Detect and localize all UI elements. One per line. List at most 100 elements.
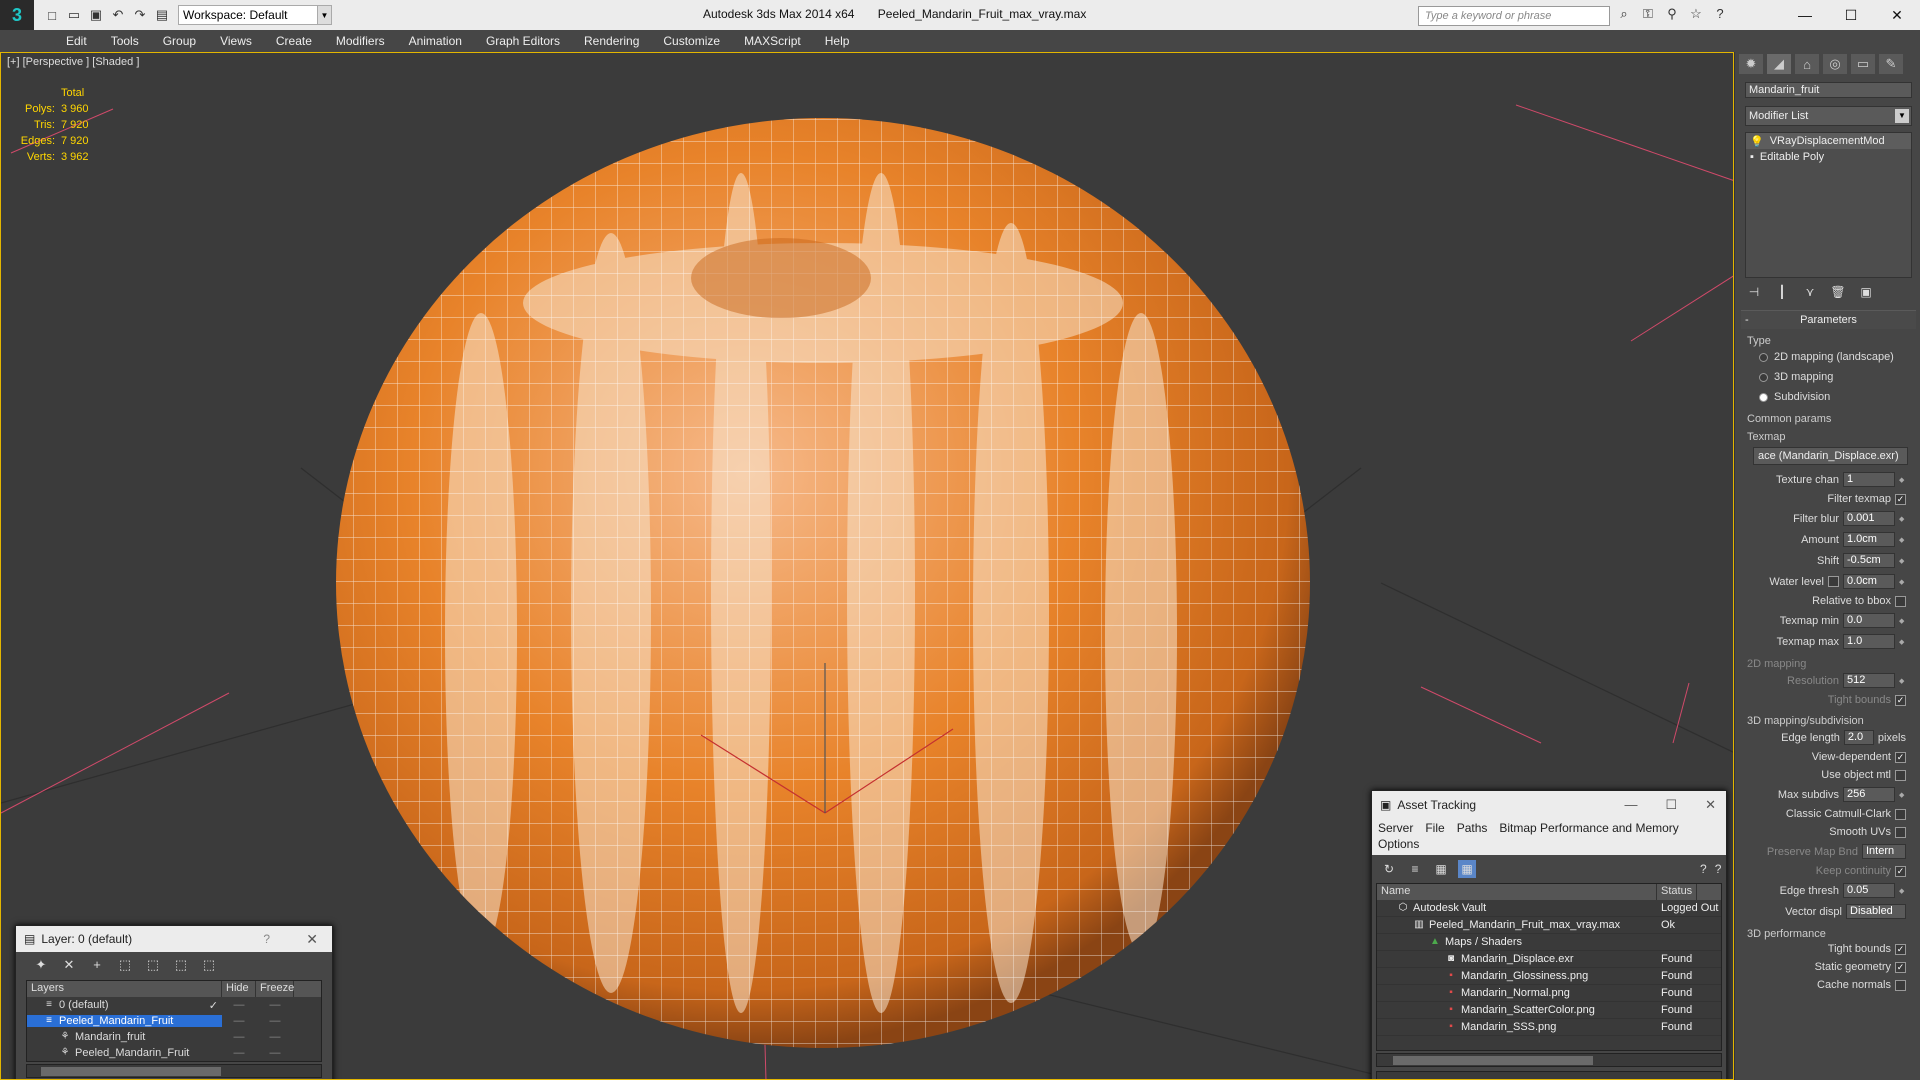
select-objects-icon[interactable]: ⬚ bbox=[116, 957, 134, 975]
spinner-icon[interactable]: ◆ bbox=[1899, 515, 1906, 523]
remove-modifier-icon[interactable]: 🗑 bbox=[1829, 285, 1847, 303]
menu-create[interactable]: Create bbox=[264, 34, 324, 48]
view-dependent-checkbox[interactable]: ✓ bbox=[1895, 751, 1906, 763]
layer-row[interactable]: ⚘ Peeled_Mandarin_Fruit — — bbox=[27, 1045, 321, 1061]
menu-help[interactable]: Help bbox=[813, 34, 862, 48]
menu-rendering[interactable]: Rendering bbox=[572, 34, 651, 48]
menu-server[interactable]: Server bbox=[1378, 821, 1413, 837]
asset-row[interactable]: ▪ Mandarin_ScatterColor.png Found bbox=[1377, 1002, 1721, 1019]
expand-icon[interactable]: ▪ bbox=[1750, 151, 1754, 163]
menu-graph-editors[interactable]: Graph Editors bbox=[474, 34, 572, 48]
cache-normals-checkbox[interactable] bbox=[1895, 979, 1906, 991]
tight-bounds-2d-checkbox[interactable]: ✓ bbox=[1895, 694, 1906, 706]
asset-window-titlebar[interactable]: ▣ Asset Tracking — ☐ ✕ bbox=[1372, 791, 1726, 819]
list-view-icon[interactable]: ≡ bbox=[1406, 860, 1424, 878]
texmap-max-input[interactable]: 1.0 bbox=[1843, 634, 1895, 649]
menu-edit[interactable]: Edit bbox=[54, 34, 99, 48]
menu-paths[interactable]: Paths bbox=[1457, 821, 1488, 837]
menu-views[interactable]: Views bbox=[208, 34, 264, 48]
classic-catmull-checkbox[interactable] bbox=[1895, 808, 1906, 820]
menu-file[interactable]: File bbox=[1425, 821, 1444, 837]
viewport-label[interactable]: [+] [Perspective ] [Shaded ] bbox=[7, 56, 139, 68]
amount-input[interactable]: 1.0cm bbox=[1843, 532, 1895, 547]
spinner-icon[interactable]: ◆ bbox=[1899, 617, 1906, 625]
spinner-icon[interactable]: ◆ bbox=[1899, 536, 1906, 544]
spinner-icon[interactable]: ◆ bbox=[1899, 638, 1906, 646]
sign-in-icon[interactable]: ⚲ bbox=[1663, 6, 1681, 24]
thumbnail-view-icon[interactable]: ▦ bbox=[1432, 860, 1450, 878]
stack-item[interactable]: 💡 VRayDisplacementMod bbox=[1746, 133, 1911, 149]
asset-row[interactable]: ◙ Mandarin_Displace.exr Found bbox=[1377, 951, 1721, 968]
spinner-icon[interactable]: ◆ bbox=[1899, 557, 1906, 565]
table-view-icon[interactable]: ▦ bbox=[1458, 860, 1476, 878]
radio-subdivision[interactable]: Subdivision bbox=[1741, 387, 1916, 407]
asset-row[interactable]: ▪ Mandarin_SSS.png Found bbox=[1377, 1019, 1721, 1036]
utilities-tab-icon[interactable]: ✎ bbox=[1879, 54, 1903, 74]
chevron-down-icon[interactable]: ▼ bbox=[318, 5, 332, 25]
vector-displ-select[interactable]: Disabled bbox=[1846, 904, 1906, 919]
delete-layer-icon[interactable]: ✕ bbox=[60, 957, 78, 975]
asset-row[interactable]: ⬡ Autodesk Vault Logged Out bbox=[1377, 900, 1721, 917]
use-object-mtl-checkbox[interactable] bbox=[1895, 769, 1906, 781]
hide-toggle[interactable]: — bbox=[222, 1031, 256, 1043]
menu-modifiers[interactable]: Modifiers bbox=[324, 34, 397, 48]
shift-input[interactable]: -0.5cm bbox=[1843, 553, 1895, 568]
texture-chan-input[interactable]: 1 bbox=[1843, 472, 1895, 487]
radio-button[interactable] bbox=[1759, 372, 1768, 382]
menu-tools[interactable]: Tools bbox=[99, 34, 151, 48]
radio-2d-mapping[interactable]: 2D mapping (landscape) bbox=[1741, 347, 1916, 367]
spinner-icon[interactable]: ◆ bbox=[1899, 887, 1906, 895]
edge-thresh-input[interactable]: 0.05 bbox=[1843, 883, 1895, 898]
freeze-toggle[interactable]: — bbox=[256, 1047, 294, 1059]
menu-animation[interactable]: Animation bbox=[397, 34, 474, 48]
refresh-icon[interactable]: ↻ bbox=[1380, 860, 1398, 878]
preserve-map-select[interactable]: Intern bbox=[1862, 844, 1906, 859]
motion-tab-icon[interactable]: ◎ bbox=[1823, 54, 1847, 74]
resolution-input[interactable]: 512 bbox=[1843, 673, 1895, 688]
vault-help-icon[interactable]: ? bbox=[1715, 860, 1722, 878]
asset-scrollbar[interactable] bbox=[1376, 1053, 1722, 1067]
layer-row[interactable]: ⚘ Mandarin_fruit — — bbox=[27, 1029, 321, 1045]
column-status[interactable]: Status bbox=[1657, 884, 1698, 900]
help-icon[interactable]: ? bbox=[1700, 860, 1707, 878]
parameters-rollout-header[interactable]: - Parameters bbox=[1741, 311, 1916, 329]
tight-bounds-checkbox[interactable]: ✓ bbox=[1895, 943, 1906, 955]
help-icon[interactable]: ? bbox=[263, 932, 270, 946]
asset-row[interactable]: ▥ Peeled_Mandarin_Fruit_max_vray.max Ok bbox=[1377, 917, 1721, 934]
modifier-list-dropdown[interactable]: Modifier List ▼ bbox=[1745, 106, 1912, 126]
minimize-icon[interactable]: — bbox=[1782, 0, 1828, 30]
add-to-layer-icon[interactable]: + bbox=[88, 957, 106, 975]
radio-3d-mapping[interactable]: 3D mapping bbox=[1741, 367, 1916, 387]
radio-button[interactable] bbox=[1759, 392, 1768, 402]
scrollbar-thumb[interactable] bbox=[1393, 1056, 1593, 1065]
lightbulb-icon[interactable]: 💡 bbox=[1750, 135, 1764, 148]
edge-length-input[interactable]: 2.0 bbox=[1843, 730, 1874, 745]
menu-bitmap-performance[interactable]: Bitmap Performance and Memory bbox=[1499, 821, 1678, 837]
close-icon[interactable]: ✕ bbox=[1705, 797, 1716, 813]
layer-scrollbar[interactable] bbox=[26, 1064, 322, 1078]
help-icon[interactable]: ? bbox=[1711, 6, 1729, 24]
water-level-checkbox[interactable] bbox=[1828, 576, 1839, 587]
menu-options[interactable]: Options bbox=[1378, 837, 1419, 853]
asset-row[interactable]: ▪ Mandarin_Normal.png Found bbox=[1377, 985, 1721, 1002]
spinner-icon[interactable]: ◆ bbox=[1899, 791, 1906, 799]
menu-group[interactable]: Group bbox=[151, 34, 208, 48]
smooth-uvs-checkbox[interactable] bbox=[1895, 826, 1906, 838]
asset-path-field[interactable] bbox=[1376, 1071, 1722, 1079]
search-input[interactable]: Type a keyword or phrase bbox=[1418, 6, 1610, 26]
spinner-icon[interactable]: ◆ bbox=[1899, 578, 1906, 586]
texmap-button[interactable]: ace (Mandarin_Displace.exr) bbox=[1753, 447, 1908, 465]
layer-row[interactable]: ≡ Peeled_Mandarin_Fruit — — bbox=[27, 1013, 321, 1029]
project-folder-icon[interactable]: ▤ bbox=[152, 5, 172, 25]
maximize-icon[interactable]: ☐ bbox=[1828, 0, 1874, 30]
menu-maxscript[interactable]: MAXScript bbox=[732, 34, 813, 48]
max-subdivs-input[interactable]: 256 bbox=[1843, 787, 1895, 802]
star-icon[interactable]: ☆ bbox=[1687, 6, 1705, 24]
hierarchy-tab-icon[interactable]: ⌂ bbox=[1795, 54, 1819, 74]
texmap-min-input[interactable]: 0.0 bbox=[1843, 613, 1895, 628]
hide-toggle[interactable]: — bbox=[222, 999, 256, 1011]
freeze-toggle[interactable]: — bbox=[256, 1015, 294, 1027]
display-tab-icon[interactable]: ▭ bbox=[1851, 54, 1875, 74]
radio-button[interactable] bbox=[1759, 352, 1768, 362]
column-name[interactable]: Name bbox=[1377, 884, 1657, 900]
